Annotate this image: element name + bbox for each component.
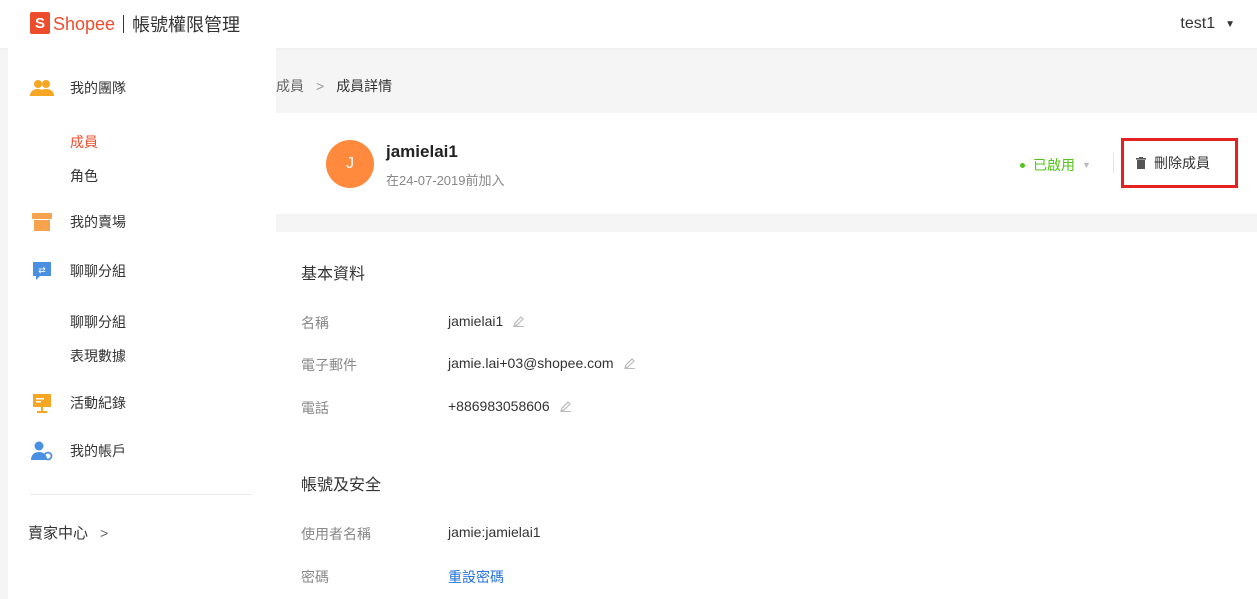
shop-icon	[30, 212, 54, 232]
email-value: jamie.lai+03@shopee.com	[448, 355, 636, 371]
sidebar-item-activity-log[interactable]: 活動紀錄	[8, 393, 126, 413]
sidebar-item-label: 我的團隊	[70, 80, 126, 96]
phone-value: +886983058606	[448, 398, 572, 414]
edit-name-icon[interactable]	[513, 315, 525, 327]
breadcrumb: 成員 > 成員詳情	[276, 76, 392, 96]
brand-separator	[123, 15, 125, 33]
username-label: 使用者名稱	[301, 526, 371, 542]
edit-phone-icon[interactable]	[559, 400, 572, 412]
chevron-right-icon: >	[316, 78, 325, 94]
name-text: jamielai1	[448, 313, 504, 329]
password-value: 重設密碼	[448, 567, 504, 587]
team-icon	[30, 78, 54, 98]
trash-icon	[1136, 157, 1146, 169]
name-label: 名稱	[301, 315, 329, 331]
breadcrumb-current: 成員詳情	[336, 78, 393, 94]
sidebar-item-chat-groups[interactable]: ⇄ 聊聊分組	[8, 261, 126, 281]
sidebar-subitem-chat-groups[interactable]: 聊聊分組	[70, 312, 126, 332]
member-detail-panel: 基本資料 名稱 jamielai1 電子郵件 jamie.lai+03@shop…	[276, 232, 1257, 599]
status-label: 已啟用	[1033, 157, 1075, 173]
brand-name: Shopee	[53, 13, 116, 34]
divider	[1113, 153, 1114, 173]
brand[interactable]: S Shopee 帳號權限管理	[30, 11, 240, 37]
name-value: jamielai1	[448, 313, 525, 329]
sidebar-item-my-account[interactable]: 我的帳戶	[8, 441, 126, 461]
username-value: jamie:jamielai1	[448, 524, 541, 540]
phone-label: 電話	[301, 400, 329, 416]
username: test1	[1180, 15, 1216, 32]
sidebar-item-my-team[interactable]: 我的團隊	[8, 78, 126, 98]
member-name: jamielai1	[386, 142, 458, 161]
reset-password-link[interactable]: 重設密碼	[448, 567, 504, 587]
app-title: 帳號權限管理	[132, 15, 241, 35]
member-header-card: J jamielai1 在24-07-2019前加入 已啟用 ▼ 刪除成員	[276, 113, 1257, 214]
chat-group-icon: ⇄	[30, 261, 54, 281]
sidebar-item-label: 活動紀錄	[70, 395, 126, 411]
breadcrumb-members[interactable]: 成員	[276, 76, 304, 96]
sidebar-subitem-performance[interactable]: 表現數據	[70, 346, 126, 366]
svg-text:⇄: ⇄	[38, 266, 46, 276]
status-dot-icon	[1020, 162, 1025, 168]
edit-email-icon[interactable]	[623, 357, 636, 369]
sidebar-item-label: 聊聊分組	[70, 263, 126, 279]
sidebar-subitem-roles[interactable]: 角色	[70, 166, 98, 186]
top-bar: S Shopee 帳號權限管理 test1 ▼	[0, 0, 1257, 48]
sidebar-item-label: 我的賣場	[70, 214, 126, 230]
caret-down-icon: ▼	[1082, 160, 1091, 170]
avatar: J	[326, 140, 374, 188]
delete-member-label: 刪除成員	[1154, 155, 1210, 171]
chevron-right-icon: >	[100, 524, 109, 541]
caret-down-icon: ▼	[1225, 18, 1235, 30]
account-security-title: 帳號及安全	[301, 477, 382, 494]
basic-info-title: 基本資料	[301, 266, 366, 283]
email-label: 電子郵件	[301, 357, 357, 373]
activity-log-icon	[30, 393, 54, 413]
password-label: 密碼	[301, 569, 329, 585]
sidebar: 我的團隊 成員 角色 我的賣場 ⇄ 聊聊分組 聊聊分組 表現數據 活動紀錄 我的…	[8, 48, 276, 599]
delete-member-button[interactable]: 刪除成員	[1121, 138, 1238, 188]
sidebar-item-my-shop[interactable]: 我的賣場	[8, 212, 126, 232]
phone-text: +886983058606	[448, 398, 550, 414]
account-icon	[30, 441, 54, 461]
status-dropdown[interactable]: 已啟用 ▼	[1020, 155, 1091, 175]
sidebar-item-label: 我的帳戶	[70, 443, 126, 459]
seller-center-label: 賣家中心	[28, 525, 89, 542]
username-text: jamie:jamielai1	[448, 524, 541, 540]
user-menu[interactable]: test1 ▼	[1180, 15, 1235, 33]
sidebar-subitem-members[interactable]: 成員	[70, 132, 98, 152]
shopee-logo-icon: S	[30, 12, 50, 34]
email-text: jamie.lai+03@shopee.com	[448, 355, 614, 371]
sidebar-divider	[30, 494, 252, 495]
seller-center-link[interactable]: 賣家中心 >	[28, 522, 108, 543]
member-joined-date: 在24-07-2019前加入	[386, 173, 505, 188]
